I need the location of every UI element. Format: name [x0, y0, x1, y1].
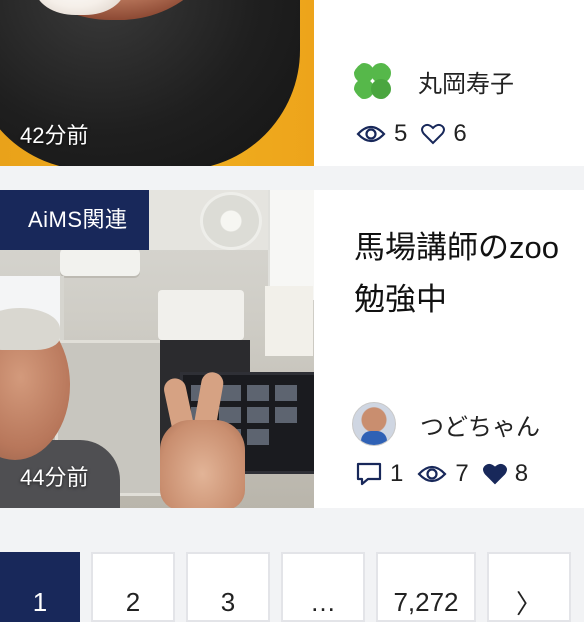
page-ellipsis: … — [281, 552, 365, 622]
views-count: 5 — [394, 120, 408, 147]
comments-stat[interactable]: 1 — [356, 460, 403, 488]
post-thumbnail[interactable]: 42分前 — [0, 0, 314, 166]
post-author[interactable]: つどちゃん — [352, 402, 540, 446]
eye-icon — [356, 125, 386, 143]
chevron-right-icon: 〉 — [515, 588, 542, 619]
views-stat: 5 — [356, 120, 407, 148]
likes-count: 6 — [453, 120, 467, 147]
comment-icon[interactable] — [356, 462, 382, 486]
post-title-line: 勉強中 — [354, 282, 447, 317]
post-thumbnail[interactable]: AiMS関連 44分前 — [0, 190, 314, 508]
author-avatar — [352, 60, 394, 102]
page-button[interactable]: 2 — [91, 552, 175, 622]
page-number: 2 — [125, 586, 141, 617]
post-stats: 1 7 8 — [356, 460, 542, 488]
author-avatar — [352, 402, 396, 446]
page-button-current[interactable]: 1 — [0, 552, 80, 622]
pagination: 1 2 3 … 7,272 〉 — [0, 552, 571, 622]
post-author[interactable]: 丸岡寿子 — [352, 60, 514, 102]
page-number: 7,272 — [393, 586, 459, 617]
likes-count: 8 — [514, 460, 529, 487]
heart-icon[interactable] — [482, 463, 507, 485]
eye-icon — [417, 465, 447, 483]
likes-stat[interactable]: 6 — [421, 120, 467, 148]
views-count: 7 — [455, 460, 469, 487]
post-card[interactable]: AiMS関連 44分前 馬場講師のzoo 勉強中 つどちゃん 1 7 8 — [0, 190, 584, 508]
page-button-last[interactable]: 7,272 — [376, 552, 476, 622]
category-tag[interactable]: AiMS関連 — [0, 190, 149, 250]
post-stats: 5 6 — [356, 120, 481, 148]
views-stat: 7 — [417, 460, 469, 488]
page-number: 1 — [32, 586, 48, 617]
author-name: 丸岡寿子 — [418, 70, 514, 98]
author-name: つどちゃん — [420, 413, 540, 441]
page-button[interactable]: 3 — [186, 552, 270, 622]
heart-icon[interactable] — [421, 123, 446, 145]
post-time: 44分前 — [20, 465, 89, 490]
post-time: 42分前 — [20, 123, 89, 148]
post-card[interactable]: 42分前 丸岡寿子 5 6 — [0, 0, 584, 166]
post-title[interactable]: 馬場講師のzoo 勉強中 — [354, 222, 584, 326]
likes-stat[interactable]: 8 — [482, 460, 529, 488]
comments-count: 1 — [390, 460, 404, 487]
post-title-line: 馬場講師のzoo — [354, 230, 559, 265]
page-number: 3 — [220, 586, 236, 617]
ellipsis-text: … — [310, 586, 336, 617]
next-page-button[interactable]: 〉 — [487, 552, 571, 622]
